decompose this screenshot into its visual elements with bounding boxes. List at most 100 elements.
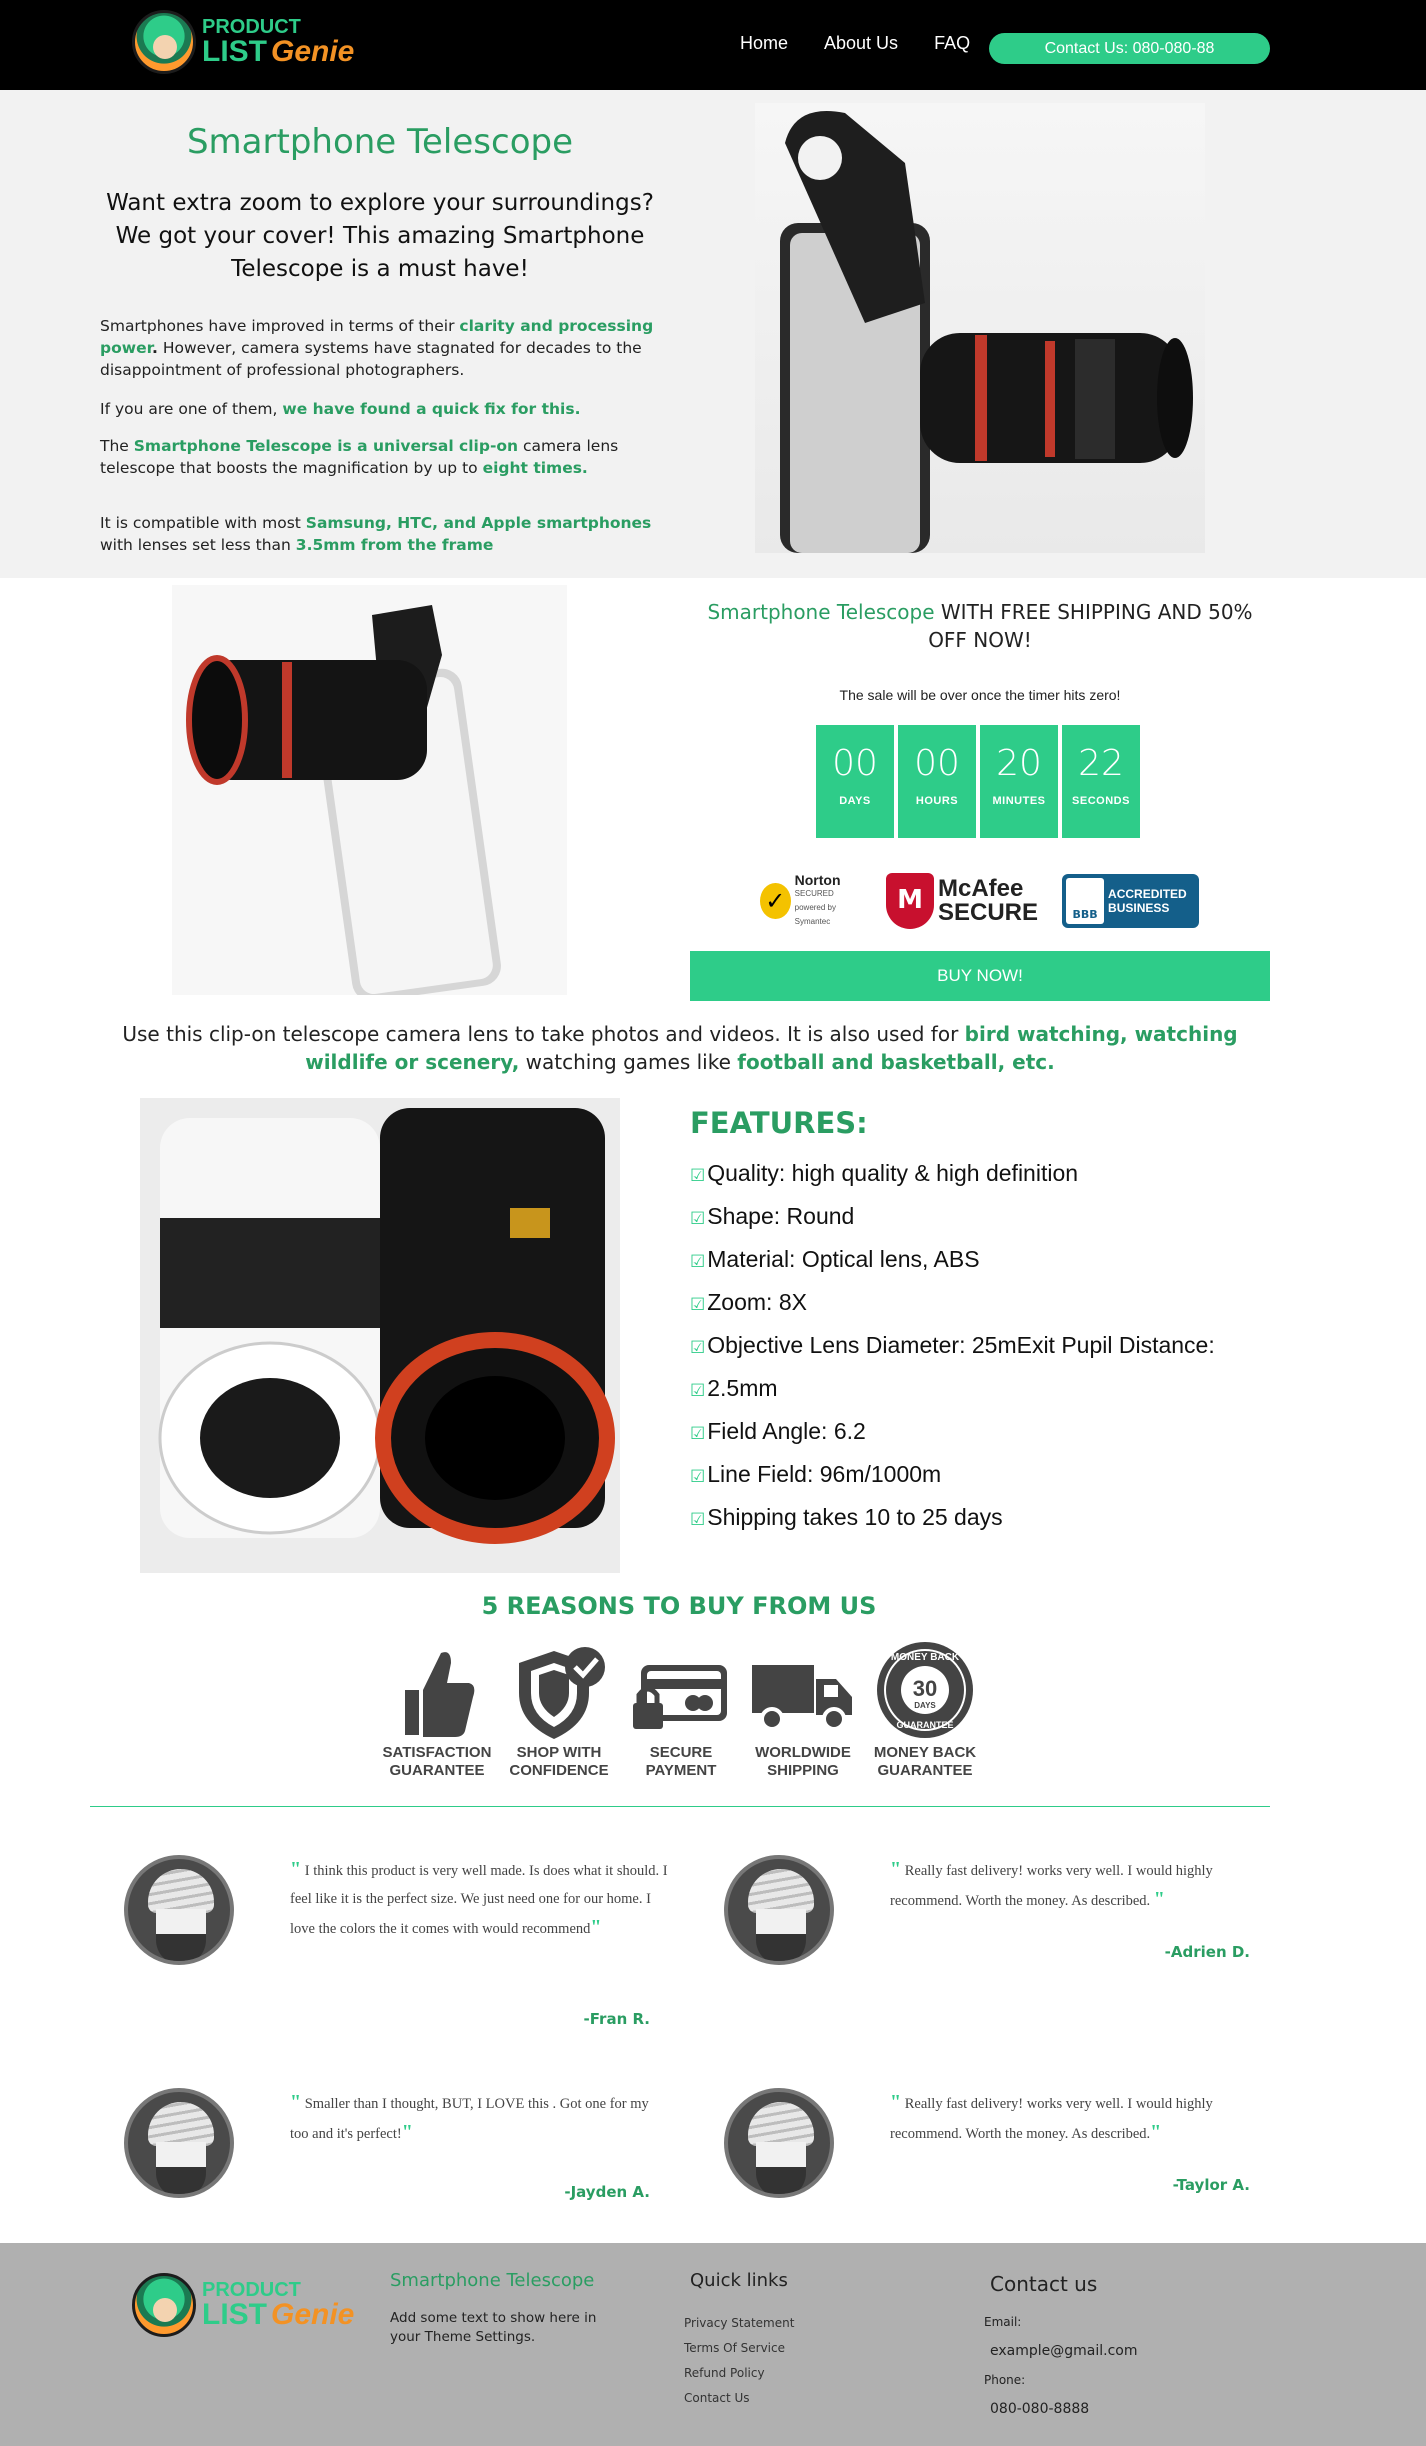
- mcafee-badge: M McAfee SECURE: [886, 873, 1038, 929]
- site-header: PRODUCT LIST Genie Home About Us FAQ Cont…: [0, 0, 1426, 90]
- svg-text:DAYS: DAYS: [914, 1701, 936, 1710]
- feature-item: ☑Objective Lens Diameter: 25mExit Pupil …: [690, 1332, 1215, 1358]
- reason-satisfaction: SATISFACTION GUARANTEE: [382, 1645, 492, 1780]
- features-product-image: [140, 1098, 620, 1573]
- trust-badges: ✓ Norton SECURED powered by Symantec M McA…: [760, 872, 1200, 930]
- footer-phone[interactable]: 080-080-8888: [990, 2400, 1089, 2419]
- hero-title: Smartphone Telescope: [186, 122, 574, 162]
- footer-links: Privacy Statement Terms Of Service Refun…: [684, 2316, 794, 2416]
- reason-money-back: MONEY BACK 30 DAYS GUARANTEE MONEY BACK GUAR…: [870, 1642, 980, 1780]
- timer-minutes: 20 MINUTES: [980, 725, 1058, 838]
- avatar: [724, 2088, 834, 2198]
- hero-paragraph-1: Smartphones have improved in terms of th…: [100, 317, 654, 379]
- footer-link-terms[interactable]: Terms Of Service: [684, 2341, 794, 2366]
- svg-text:MONEY BACK: MONEY BACK: [891, 1652, 960, 1663]
- checkbox-icon: ☑: [690, 1338, 706, 1357]
- testimonial-author: -Taylor A.: [1172, 2176, 1250, 2194]
- footer-links-title: Quick links: [690, 2270, 788, 2291]
- thumbs-up-icon: [405, 1652, 475, 1737]
- countdown-timer: 00 DAYS 00 HOURS 20 MINUTES 22 SECONDS: [816, 725, 1140, 838]
- brand-line2b: Genie: [271, 35, 355, 68]
- avatar: [124, 1855, 234, 1965]
- checkbox-icon: ☑: [690, 1510, 706, 1529]
- checkbox-icon: ☑: [690, 1467, 706, 1486]
- testimonial-author: -Adrien D.: [1164, 1943, 1250, 1961]
- money-back-seal-icon: MONEY BACK 30DAYS GUARANTEE: [877, 1642, 973, 1738]
- delivery-truck-icon: [752, 1665, 852, 1731]
- footer-link-privacy[interactable]: Privacy Statement: [684, 2316, 794, 2341]
- checkbox-icon: ☑: [690, 1424, 706, 1443]
- feature-item: ☑Quality: high quality & high definition: [690, 1160, 1079, 1186]
- feature-item: ☑Line Field: 96m/1000m: [690, 1461, 942, 1487]
- brand-logo[interactable]: PRODUCT LIST Genie: [132, 10, 354, 74]
- footer-product-title: Smartphone Telescope: [390, 2270, 595, 2291]
- footer-link-contact[interactable]: Contact Us: [684, 2391, 794, 2416]
- hero-subtitle: Want extra zoom to explore your surround…: [106, 190, 654, 282]
- side-product-image: [172, 585, 567, 1002]
- hero-paragraph-2: If you are one of them, we have found a …: [100, 400, 581, 418]
- footer-link-refund[interactable]: Refund Policy: [684, 2366, 794, 2391]
- testimonial-author: -Fran R.: [583, 2010, 650, 2028]
- feature-item: ☑Material: Optical lens, ABS: [690, 1246, 980, 1272]
- reason-confidence: SHOP WITH CONFIDENCE: [504, 1645, 614, 1780]
- checkmark-icon: ✓: [760, 883, 791, 919]
- testimonial-text: " Really fast delivery! works very well.…: [890, 1858, 1213, 1910]
- checkbox-icon: ☑: [690, 1166, 706, 1185]
- site-footer: PRODUCT LIST Genie Smartphone Telescope A…: [0, 2243, 1426, 2446]
- contact-button[interactable]: Contact Us: 080-080-88: [989, 33, 1270, 64]
- checkbox-icon: ☑: [690, 1209, 706, 1228]
- hero-paragraph-3: The Smartphone Telescope is a universal …: [100, 437, 619, 477]
- footer-email[interactable]: example@gmail.com: [990, 2342, 1138, 2361]
- features-title: FEATURES:: [690, 1106, 868, 1140]
- checkbox-icon: ☑: [690, 1381, 706, 1400]
- svg-text:30: 30: [913, 1676, 937, 1701]
- features-list: ☑Quality: high quality & high definition…: [690, 1152, 1215, 1539]
- feature-item: ☑Shape: Round: [690, 1203, 855, 1229]
- section-divider: [90, 1806, 1270, 1807]
- footer-product-text: Add some text to show here in your Theme…: [390, 2310, 597, 2345]
- footer-brand-logo[interactable]: PRODUCT LIST Genie: [132, 2273, 354, 2337]
- reason-worldwide-shipping: WORLDWIDE SHIPPING: [748, 1645, 858, 1780]
- genie-logo-icon: [132, 2273, 196, 2337]
- nav-home[interactable]: Home: [740, 33, 788, 54]
- timer-hours: 00 HOURS: [898, 725, 976, 838]
- bbb-badge: BBB ACCREDITED BUSINESS: [1062, 874, 1200, 928]
- hero-section: Smartphone Telescope Want extra zoom to …: [0, 90, 1426, 578]
- brand-line1: PRODUCT: [202, 16, 301, 38]
- testimonial-card: " I think this product is very well made…: [90, 1855, 668, 2055]
- offer-title: Smartphone Telescope WITH FREE SHIPPING …: [707, 600, 1253, 652]
- reasons-title: 5 REASONS TO BUY FROM US: [481, 1592, 877, 1620]
- svg-text:GUARANTEE: GUARANTEE: [896, 1720, 953, 1730]
- testimonial-text: " Really fast delivery! works very well.…: [890, 2091, 1213, 2143]
- twin-lens-illustration: [158, 1108, 615, 1544]
- timer-days: 00 DAYS: [816, 725, 894, 838]
- testimonial-author: -Jayden A.: [564, 2183, 650, 2201]
- nav-faq[interactable]: FAQ: [934, 33, 970, 54]
- timer-note: The sale will be over once the timer hit…: [839, 687, 1121, 703]
- mcafee-shield-icon: M: [886, 873, 934, 929]
- footer-contact-title: Contact us: [990, 2272, 1098, 2296]
- feature-item: ☑Zoom: 8X: [690, 1289, 807, 1315]
- timer-seconds: 22 SECONDS: [1062, 725, 1140, 838]
- hero-paragraph-4: It is compatible with most Samsung, HTC,…: [100, 514, 652, 554]
- genie-logo-icon: [132, 10, 196, 74]
- card-lock-icon: [633, 1665, 727, 1729]
- testimonial-card: " Really fast delivery! works very well.…: [690, 1855, 1250, 2055]
- nav-about[interactable]: About Us: [824, 33, 898, 54]
- reason-secure-payment: SECURE PAYMENT: [626, 1645, 736, 1780]
- feature-item: ☑Field Angle: 6.2: [690, 1418, 866, 1444]
- avatar: [124, 2088, 234, 2198]
- feature-item: ☑Shipping takes 10 to 25 days: [690, 1504, 1003, 1530]
- bbb-logo-icon: BBB: [1066, 878, 1105, 924]
- checkbox-icon: ☑: [690, 1295, 706, 1314]
- shield-check-icon: [519, 1647, 605, 1739]
- usage-description: Use this clip-on telescope camera lens t…: [122, 1022, 1238, 1074]
- hero-product-image: [755, 103, 1205, 553]
- main-nav: Home About Us FAQ: [740, 33, 970, 54]
- footer-email-label: Email:: [984, 2315, 1022, 2329]
- testimonial-text: " Smaller than I thought, BUT, I LOVE th…: [290, 2091, 649, 2143]
- buy-now-button[interactable]: BUY NOW!: [690, 951, 1270, 1001]
- telescope-clip-illustration: [780, 111, 1193, 553]
- reasons-row: SATISFACTION GUARANTEE SHOP WITH CONFIDENC…: [382, 1642, 980, 1780]
- brand-line2a: LIST: [202, 35, 267, 68]
